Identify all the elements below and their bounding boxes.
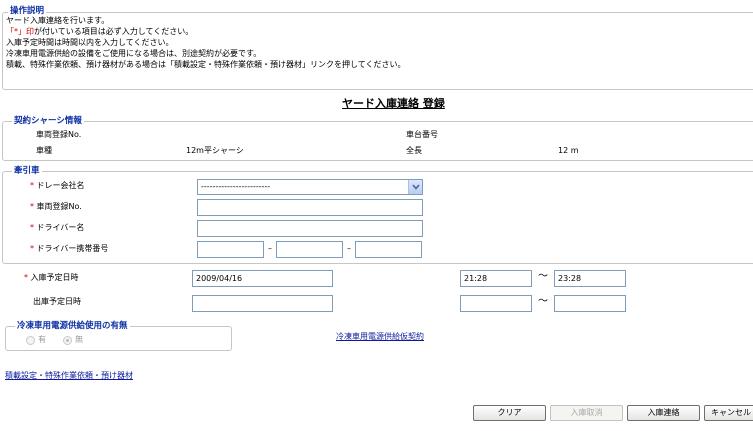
cancel-arrival-button[interactable]: 入庫取消	[550, 405, 623, 421]
arrival-date-input[interactable]	[192, 270, 333, 287]
instruction-line-5: 積載、特殊作業依頼、預け器材がある場合は「積載設定・特殊作業依頼・預け器材」リン…	[6, 60, 406, 69]
required-mark: *	[24, 273, 28, 282]
driver-name-label: * ドライバー名	[30, 223, 84, 233]
contract-chassis-legend: 契約シャーシ情報	[12, 116, 84, 126]
departure-date-input[interactable]	[192, 295, 333, 312]
departure-tilde: ～	[538, 296, 548, 307]
tractor-vehicle-reg-label: * 車両登録No.	[30, 202, 82, 212]
tractor-legend: 牽引車	[12, 166, 42, 176]
driver-name-input[interactable]	[197, 220, 423, 237]
reefer-yes-radio[interactable]	[26, 336, 35, 345]
chassis-number-label: 車台番号	[406, 130, 438, 139]
required-mark: *	[30, 244, 34, 253]
arrival-datetime-label-text: 入庫予定日時	[30, 273, 79, 282]
page-title: ヤード入庫連絡 登録	[342, 97, 445, 110]
required-mark: *	[30, 223, 34, 232]
contract-chassis-box	[2, 121, 753, 161]
required-marker-note: 「*」印	[6, 27, 34, 36]
arrival-notice-button[interactable]: 入庫連絡	[627, 405, 700, 421]
dray-company-label: * ドレー会社名	[30, 181, 85, 191]
tractor-vehicle-reg-label-text: 車両登録No.	[36, 202, 82, 211]
instructions-text: ヤード入庫連絡を行います。 「*」印が付いている項目は必ず入力してください。 入…	[6, 16, 746, 76]
dray-company-label-text: ドレー会社名	[36, 181, 85, 190]
chassis-vehicle-reg-label: 車両登録No.	[36, 130, 82, 139]
reefer-no-label: 無	[75, 335, 83, 344]
required-mark: *	[30, 181, 34, 190]
instruction-line-1: ヤード入庫連絡を行います。	[6, 16, 110, 25]
chassis-length-value: 12 m	[558, 146, 579, 155]
arrival-tilde: ～	[538, 271, 548, 282]
chassis-type-label: 車種	[36, 146, 52, 155]
dray-company-select[interactable]: ------------------------	[197, 179, 423, 195]
instruction-line-4: 冷凍車用電源供給の設備をご使用になる場合は、別途契約が必要です。	[6, 49, 262, 58]
instructions-legend: 操作説明	[8, 6, 47, 16]
instruction-line-2: 「*」印が付いている項目は必ず入力してください。	[6, 27, 193, 37]
reefer-no-radio[interactable]	[63, 336, 72, 345]
arrival-time-from-input[interactable]	[460, 270, 532, 287]
driver-phone-part2-input[interactable]	[276, 241, 343, 258]
phone-dash-2: –	[347, 244, 351, 253]
chassis-type-value: 12m平シャーシ	[186, 146, 244, 155]
required-mark: *	[30, 202, 34, 211]
departure-datetime-label: 出庫予定日時	[33, 297, 81, 306]
driver-phone-part3-input[interactable]	[355, 241, 422, 258]
driver-phone-label-text: ドライバー携帯番号	[36, 244, 109, 253]
cancel-button[interactable]: キャンセル	[704, 405, 753, 421]
driver-phone-part1-input[interactable]	[197, 241, 264, 258]
departure-time-from-input[interactable]	[460, 295, 532, 312]
phone-dash-1: –	[268, 244, 272, 253]
departure-time-to-input[interactable]	[554, 295, 626, 312]
chassis-length-label: 全長	[406, 146, 422, 155]
chevron-down-icon[interactable]	[408, 180, 422, 194]
instruction-line-2-text: が付いている項目は必ず入力してください。	[34, 27, 194, 36]
tractor-vehicle-reg-input[interactable]	[197, 199, 423, 216]
clear-button[interactable]: クリア	[473, 405, 546, 421]
arrival-datetime-label: * 入庫予定日時	[24, 273, 79, 283]
driver-name-label-text: ドライバー名	[36, 223, 85, 232]
reefer-contract-link[interactable]: 冷凍車用電源供給仮契約	[336, 331, 424, 342]
arrival-time-to-input[interactable]	[554, 270, 626, 287]
reefer-yes-label: 有	[38, 335, 46, 344]
dray-company-selected-value: ------------------------	[201, 182, 271, 191]
reefer-legend: 冷凍車用電源供給使用の有無	[15, 321, 130, 331]
driver-phone-label: * ドライバー携帯番号	[30, 244, 108, 254]
instruction-line-3: 入庫予定時間は時間以内を入力してください。	[6, 38, 174, 47]
loading-settings-link[interactable]: 積載設定・特殊作業依頼・預け器材	[5, 370, 133, 381]
